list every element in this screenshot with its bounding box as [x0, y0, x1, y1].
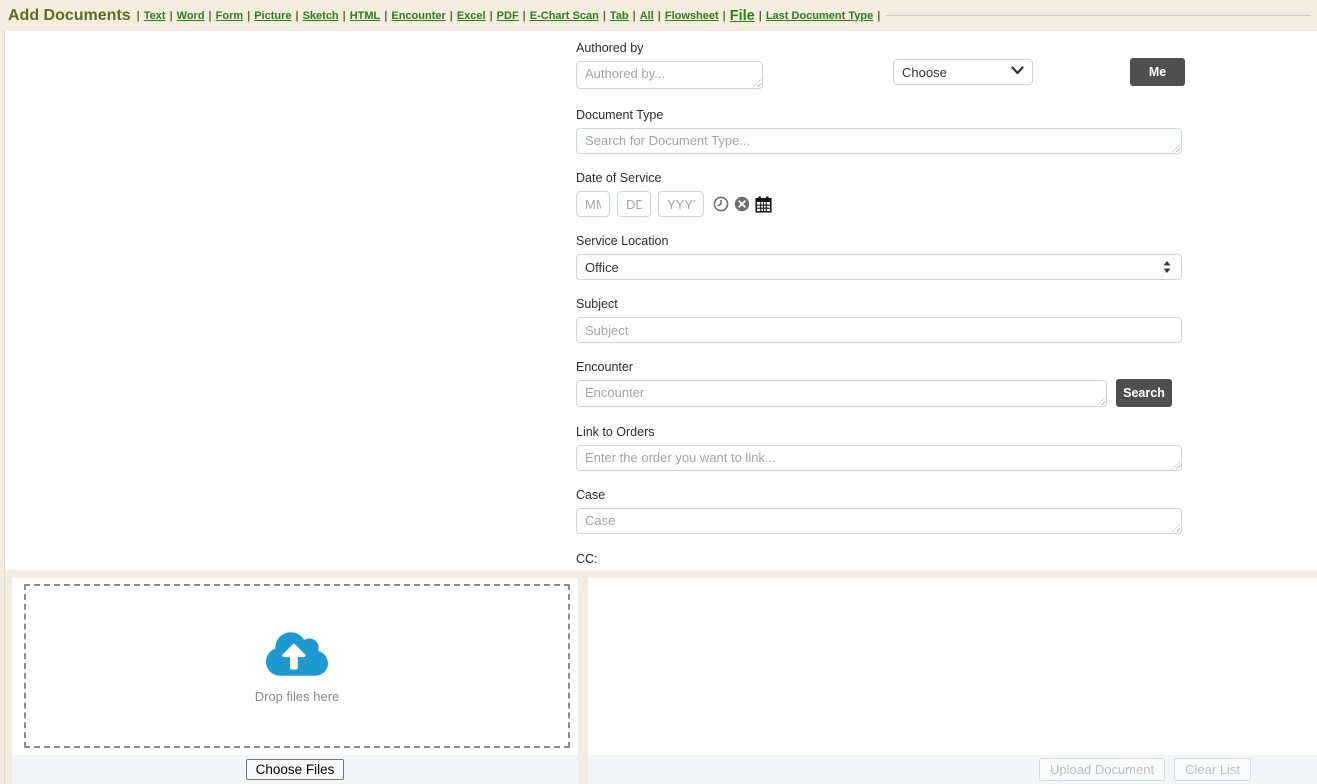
file-list-panel: Upload Document Clear List [588, 578, 1317, 784]
nav-link-form[interactable]: Form [216, 10, 244, 22]
file-drop-panel: Drop files here Choose Files [12, 578, 578, 784]
me-button[interactable]: Me [1130, 58, 1185, 86]
list-panel-footer: Upload Document Clear List [588, 755, 1317, 784]
case-input[interactable] [576, 508, 1182, 534]
nav-link-all[interactable]: All [640, 10, 654, 22]
clear-list-button[interactable]: Clear List [1174, 758, 1251, 781]
nav-link-encounter[interactable]: Encounter [391, 10, 445, 22]
authored-by-row: Choose Me [576, 61, 1188, 91]
nav-link-word[interactable]: Word [177, 10, 205, 22]
nav-link-picture[interactable]: Picture [254, 10, 291, 22]
calendar-icon[interactable] [755, 196, 772, 213]
main-form-area: Authored by Choose Me Document Type Date… [5, 31, 1317, 570]
subject-input[interactable] [576, 317, 1182, 343]
date-year-input[interactable] [658, 191, 704, 217]
document-type-nav: Text Word Form Picture Sketch HTML Encou… [135, 8, 883, 24]
header-divider-line [886, 15, 1311, 16]
nav-trailing-separator: | [877, 10, 880, 22]
encounter-label: Encounter [576, 360, 1188, 374]
cloud-upload-icon [266, 629, 328, 679]
clear-circle-icon[interactable] [734, 196, 750, 212]
nav-link-excel[interactable]: Excel [457, 10, 486, 22]
encounter-search-button[interactable]: Search [1116, 379, 1172, 407]
nav-link-tab[interactable]: Tab [610, 10, 629, 22]
cc-label: CC: [576, 552, 1188, 566]
service-location-label: Service Location [576, 234, 1188, 248]
upload-document-button[interactable]: Upload Document [1039, 758, 1165, 781]
encounter-input[interactable] [576, 380, 1107, 407]
document-type-input[interactable] [576, 128, 1182, 154]
authored-by-label: Authored by [576, 41, 1188, 55]
nav-link-last-document-type[interactable]: Last Document Type [766, 10, 873, 22]
nav-link-pdf[interactable]: PDF [497, 10, 519, 22]
document-type-label: Document Type [576, 108, 1188, 122]
nav-link-html[interactable]: HTML [350, 10, 381, 22]
date-of-service-label: Date of Service [576, 171, 1188, 185]
date-month-input[interactable] [576, 191, 610, 217]
date-of-service-row [576, 191, 1188, 217]
nav-link-flowsheet[interactable]: Flowsheet [665, 10, 719, 22]
service-location-row: Office [576, 254, 1182, 280]
nav-link-file[interactable]: File [730, 8, 755, 24]
authored-by-choose-select[interactable]: Choose [893, 59, 1033, 85]
document-form: Authored by Choose Me Document Type Date… [576, 31, 1188, 598]
authored-by-input[interactable] [576, 61, 763, 89]
header-bar: Add Documents Text Word Form Picture Ske… [0, 0, 1317, 31]
nav-link-sketch[interactable]: Sketch [303, 10, 339, 22]
link-to-orders-input[interactable] [576, 445, 1182, 471]
clock-icon[interactable] [713, 196, 729, 212]
drop-files-text: Drop files here [255, 689, 340, 704]
choose-files-button[interactable]: Choose Files [246, 759, 345, 780]
file-dropzone[interactable]: Drop files here [24, 584, 570, 748]
drop-panel-footer: Choose Files [12, 755, 578, 784]
date-day-input[interactable] [617, 191, 651, 217]
encounter-row: Search [576, 380, 1188, 408]
upload-section: Drop files here Choose Files Upload Docu… [5, 570, 1317, 784]
page-title: Add Documents [8, 7, 131, 25]
subject-label: Subject [576, 297, 1188, 311]
service-location-select[interactable]: Office [576, 254, 1182, 280]
nav-link-text[interactable]: Text [144, 10, 166, 22]
case-label: Case [576, 488, 1188, 502]
link-to-orders-label: Link to Orders [576, 425, 1188, 439]
nav-link-e-chart-scan[interactable]: E-Chart Scan [530, 10, 599, 22]
